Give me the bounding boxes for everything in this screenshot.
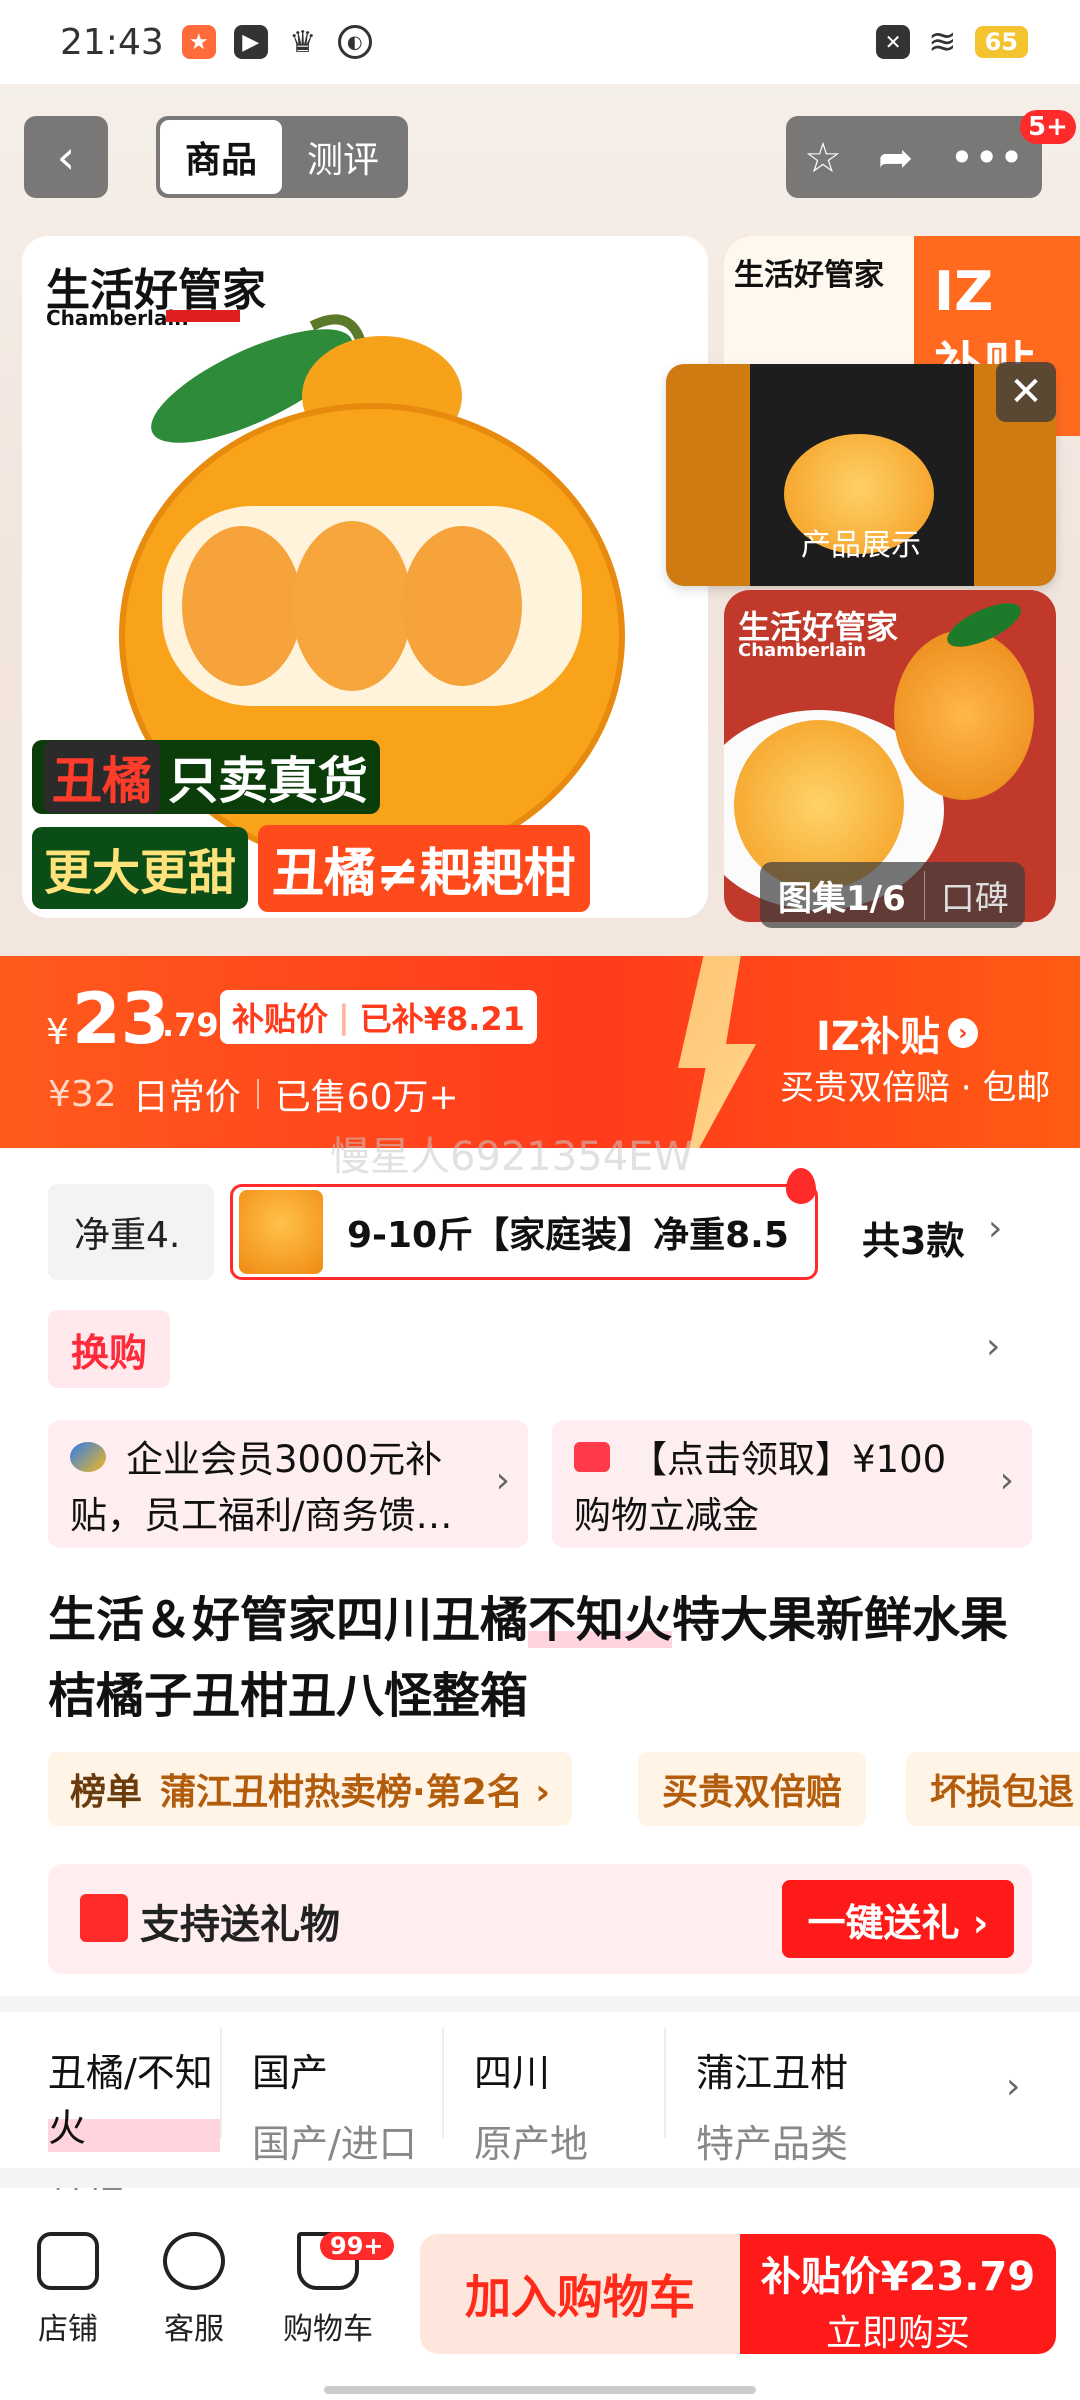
rank-badge[interactable]: 榜单 蒲江丑柑热卖榜·第2名 › xyxy=(48,1752,573,1826)
divider xyxy=(0,2168,1080,2188)
app-notification-icon: ★ xyxy=(181,25,216,59)
gallery-counter[interactable]: 图集1/6 口碑 xyxy=(760,862,1025,928)
more-badge: 5+ xyxy=(1020,110,1076,144)
spec-count[interactable]: 共3款 xyxy=(862,1210,964,1265)
coupon-voucher[interactable]: 【点击领取】¥100购物立减金 › xyxy=(552,1420,1032,1548)
spec-thumbnail xyxy=(239,1190,323,1274)
cart-badge: 99+ xyxy=(320,2232,394,2260)
lightning-decoration xyxy=(678,956,756,1148)
price-currency: ¥ xyxy=(46,1012,69,1053)
wifi-icon: ≋ xyxy=(928,22,957,62)
chevron-right-icon: › xyxy=(947,1018,978,1048)
chevron-right-icon[interactable]: › xyxy=(988,1208,1002,1249)
attr-origin: 四川 原产地 xyxy=(444,2028,666,2166)
chevron-right-icon[interactable]: › xyxy=(1006,2066,1020,2107)
swap-button[interactable]: 换购 xyxy=(48,1310,170,1388)
subsidy-chip: 补贴价 | 已补¥8.21 xyxy=(220,990,537,1044)
original-price-label: 日常价 xyxy=(132,1077,241,1118)
divider xyxy=(0,1996,1080,2012)
shop-button[interactable]: 店铺 xyxy=(8,2232,128,2348)
back-button[interactable]: ‹ xyxy=(24,116,108,198)
sim-off-icon: ✕ xyxy=(876,25,911,59)
status-bar: 21:43 ★ ▶ ♛ ◐ ✕ ≋ 65 xyxy=(0,0,1080,84)
original-price: ¥32 xyxy=(48,1073,117,1115)
service-icon xyxy=(163,2232,225,2290)
circle-icon: ◐ xyxy=(337,25,372,59)
tag-genuine: 丑橘 只卖真货 xyxy=(32,740,380,814)
tab-review[interactable]: 测评 xyxy=(282,120,404,194)
more-icon[interactable]: ••• xyxy=(950,133,1024,182)
price-decimal: .79 xyxy=(162,1006,219,1044)
chevron-left-icon: ‹ xyxy=(56,130,76,184)
price-details: ¥32 日常价 已售60万+ xyxy=(48,1068,459,1120)
top-nav: ‹ 商品 测评 ☆ ➦ ••• 5+ xyxy=(0,110,1080,200)
thumb-subsidy-a: IZ xyxy=(934,260,994,323)
shop-icon xyxy=(37,2232,99,2290)
service-button[interactable]: 客服 xyxy=(134,2232,254,2348)
chevron-right-icon: › xyxy=(999,1460,1014,1501)
send-gift-button[interactable]: 一键送礼 › xyxy=(782,1880,1014,1958)
attr-category: 蒲江丑柑 特产品类 xyxy=(696,2051,849,2166)
add-to-cart-button[interactable]: 加入购物车 xyxy=(420,2234,740,2354)
video-label: 产品展示 xyxy=(801,528,921,563)
chevron-right-icon: › xyxy=(495,1460,510,1501)
subsidy-brand[interactable]: IZ补贴 › xyxy=(816,1004,978,1062)
action-group: ☆ ➦ ••• xyxy=(786,116,1042,198)
gift-icon xyxy=(80,1894,128,1942)
close-icon[interactable]: ✕ xyxy=(996,362,1056,422)
share-icon[interactable]: ➦ xyxy=(878,133,913,182)
tab-goods[interactable]: 商品 xyxy=(160,120,282,194)
product-title: 生活＆好管家四川丑橘不知火特大果新鲜水果桔橘子丑柑丑八怪整箱 xyxy=(48,1592,1009,1724)
crown-icon: ♛ xyxy=(289,24,317,60)
spec-option-selected[interactable]: 9-10斤【家庭装】净重8.5 xyxy=(230,1184,818,1280)
thumb-brand: 生活好管家 xyxy=(734,258,884,293)
status-time: 21:43 xyxy=(60,21,164,63)
home-indicator[interactable] xyxy=(324,2386,756,2394)
battery-indicator: 65 xyxy=(974,26,1028,58)
spec-selector: 净重4. 9-10斤【家庭装】净重8.5 共3款 › xyxy=(0,1168,1080,1288)
tab-switcher: 商品 测评 xyxy=(156,116,408,198)
price-integer: 23 xyxy=(72,978,170,1060)
product-page: 21:43 ★ ▶ ♛ ◐ ✕ ≋ 65 ‹ 商品 测评 ☆ ➦ ••• 5+ … xyxy=(0,0,1080,2400)
attributes-row[interactable]: 丑橘/不知火 品种 国产 国产/进口 四川 原产地 蒲江丑柑 特产品类 xyxy=(0,2012,1080,2221)
attr-variety: 丑橘/不知火 品种 xyxy=(0,2028,222,2221)
bottom-action-bar: 店铺 客服 购物车 99+ 加入购物车 补贴价¥23.79 立即购买 xyxy=(0,2190,1080,2400)
watermark: 慢星人6921354EW xyxy=(330,1134,693,1180)
refund-pill[interactable]: 坏损包退 xyxy=(906,1752,1080,1826)
price-bar: ¥ 23 .79 补贴价 | 已补¥8.21 ¥32 日常价 已售60万+ IZ… xyxy=(0,956,1080,1148)
tag-sweeter: 更大更甜 丑橘≠耙耙柑 xyxy=(32,824,590,912)
main-product-image[interactable]: 生活好管家 Chamberlain 丑橘 只卖真货 更大更甜 丑橘≠耙耙柑 xyxy=(22,236,708,918)
guarantee-pill[interactable]: 买贵双倍赔 xyxy=(638,1752,867,1826)
attr-origin-type: 国产 国产/进口 xyxy=(222,2028,444,2166)
gift-banner: 支持送礼物 一键送礼 › xyxy=(48,1864,1032,1974)
hot-flame-icon xyxy=(786,1168,816,1204)
subsidy-note: 买贵双倍赔 · 包邮 xyxy=(780,1068,1051,1108)
star-icon[interactable]: ☆ xyxy=(804,133,842,182)
buy-now-button[interactable]: 补贴价¥23.79 立即购买 xyxy=(740,2234,1056,2354)
sold-count: 已售60万+ xyxy=(274,1077,459,1118)
thumb-brand-en-2: Chamberlain xyxy=(738,640,867,661)
chevron-right-icon[interactable]: › xyxy=(986,1326,1000,1367)
play-icon: ▶ xyxy=(233,25,268,59)
coupon-enterprise[interactable]: 企业会员3000元补贴，员工福利/商务馈… › xyxy=(48,1420,528,1548)
spec-option[interactable]: 净重4. xyxy=(48,1184,214,1280)
